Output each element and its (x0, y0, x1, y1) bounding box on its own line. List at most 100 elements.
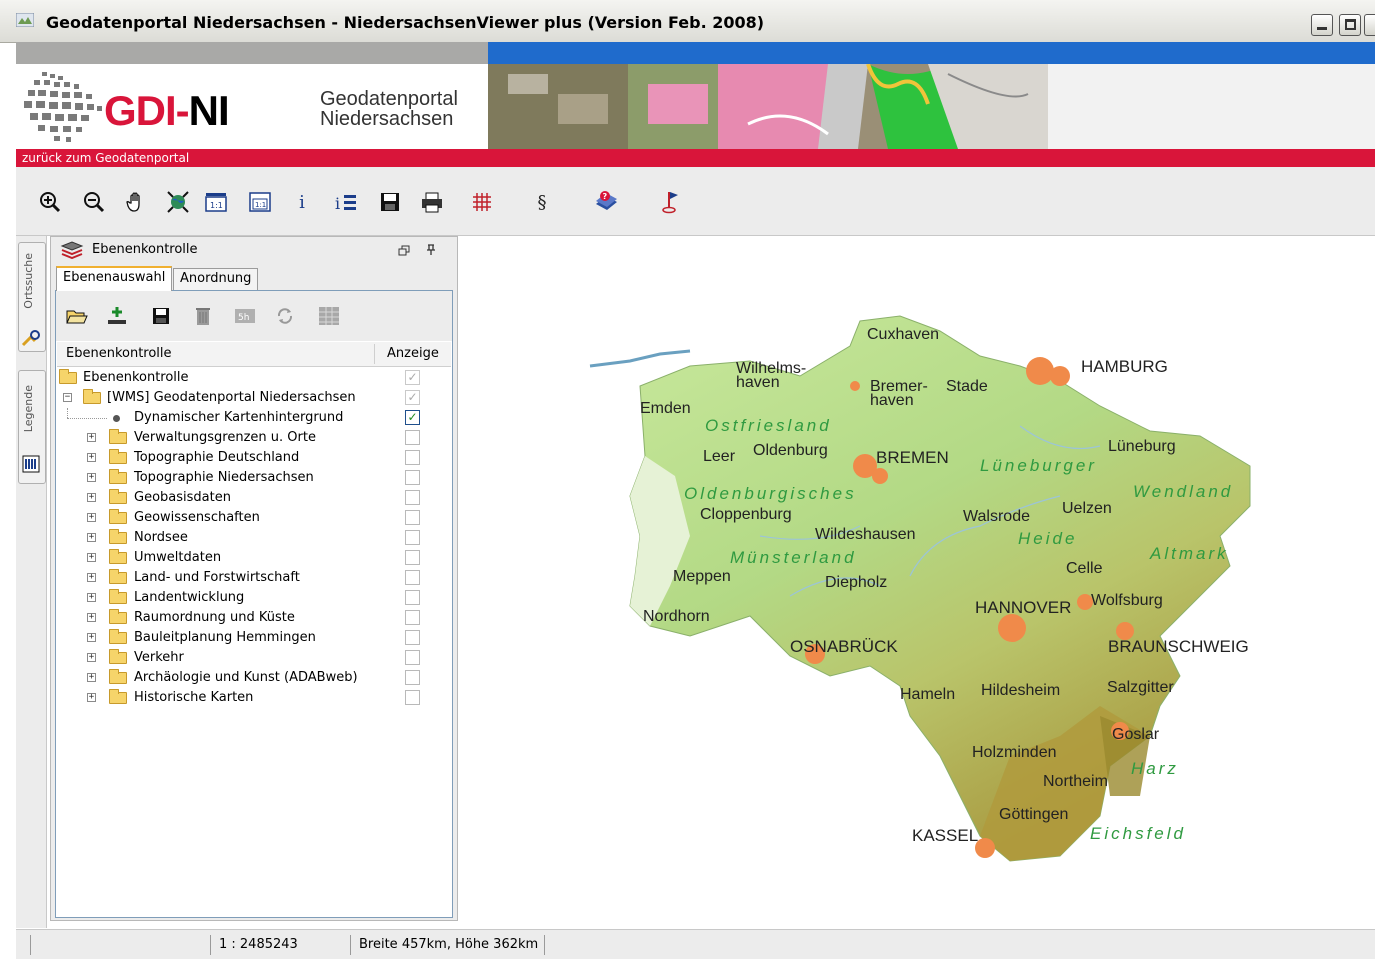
map-city-label: Oldenburg (753, 442, 828, 459)
layer-row[interactable]: + Historische Karten (57, 688, 451, 708)
minimize-button[interactable] (1311, 14, 1333, 36)
collapse-toggle[interactable]: − (63, 393, 72, 402)
maximize-button[interactable] (1339, 14, 1361, 36)
display-checkbox[interactable] (405, 650, 420, 665)
display-checkbox[interactable] (405, 550, 420, 565)
layer-row[interactable]: + Geowissenschaften (57, 508, 451, 528)
scale-1-button[interactable]: 1:1 (202, 188, 230, 216)
layer-row[interactable]: − [WMS] Geodatenportal Niedersachsen ✓ (57, 388, 451, 408)
display-checkbox[interactable] (405, 590, 420, 605)
folder-icon (109, 569, 127, 584)
pan-button[interactable] (122, 188, 150, 216)
expand-toggle[interactable]: + (87, 433, 96, 442)
layer-row[interactable]: + Bauleitplanung Hemmingen (57, 628, 451, 648)
display-checkbox[interactable]: ✓ (405, 410, 420, 425)
map-city-label: Nordhorn (643, 608, 710, 625)
expand-toggle[interactable]: + (87, 533, 96, 542)
print-button[interactable] (418, 188, 446, 216)
display-checkbox[interactable]: ✓ (405, 370, 420, 385)
expand-toggle[interactable]: + (87, 673, 96, 682)
open-layer-button[interactable] (64, 303, 90, 329)
map-city-label: Hameln (900, 686, 956, 703)
display-checkbox[interactable] (405, 490, 420, 505)
map-city-label: Meppen (673, 568, 731, 585)
map-view[interactable]: Cuxhaven Wilhelms-haven Bremer-haven Stade H… (460, 236, 1375, 928)
layer-label: Landentwicklung (134, 590, 245, 605)
display-checkbox[interactable]: ✓ (405, 390, 420, 405)
info-button[interactable]: i (288, 188, 316, 216)
undock-icon[interactable] (398, 245, 410, 256)
tab-ortssuche[interactable]: Ortssuche (18, 242, 46, 352)
full-extent-icon (167, 191, 189, 213)
display-checkbox[interactable] (405, 630, 420, 645)
expand-toggle[interactable]: + (87, 633, 96, 642)
display-checkbox[interactable] (405, 610, 420, 625)
layer-row[interactable]: + Landentwicklung (57, 588, 451, 608)
legal-button[interactable]: § (528, 188, 556, 216)
display-checkbox[interactable] (405, 570, 420, 585)
expand-toggle[interactable]: + (87, 493, 96, 502)
expand-toggle[interactable]: + (87, 613, 96, 622)
display-checkbox[interactable] (405, 690, 420, 705)
add-layer-button[interactable] (104, 303, 130, 329)
layer-label: Umweltdaten (134, 550, 222, 565)
map-city-label: Cloppenburg (700, 506, 792, 523)
expand-toggle[interactable]: + (87, 693, 96, 702)
pin-icon[interactable] (426, 244, 436, 256)
close-button[interactable] (1364, 14, 1375, 36)
layer-row[interactable]: + Umweltdaten (57, 548, 451, 568)
display-checkbox[interactable] (405, 530, 420, 545)
layer-properties-button[interactable]: 5h (232, 303, 258, 329)
layer-label: [WMS] Geodatenportal Niedersachsen (107, 390, 356, 405)
banner-aerial-photo (488, 64, 1048, 149)
tab-legende[interactable]: Legende (18, 370, 46, 484)
display-checkbox[interactable] (405, 510, 420, 525)
save-layers-button[interactable] (148, 303, 174, 329)
map-city-label: BREMEN (876, 448, 949, 467)
help-button[interactable]: ? (592, 188, 620, 216)
column-display-header[interactable]: Anzeige (387, 346, 439, 361)
display-checkbox[interactable] (405, 470, 420, 485)
layer-row[interactable]: + Verwaltungsgrenzen u. Orte (57, 428, 451, 448)
delete-layer-button[interactable] (190, 303, 216, 329)
expand-toggle[interactable]: + (87, 653, 96, 662)
column-name-header[interactable]: Ebenenkontrolle (66, 346, 172, 361)
scale-2-button[interactable]: 1:1 (246, 188, 274, 216)
tab-ebenenauswahl[interactable]: Ebenenauswahl (56, 266, 173, 291)
layer-row[interactable]: + Verkehr (57, 648, 451, 668)
zoom-in-button[interactable] (36, 188, 64, 216)
add-layer-icon (108, 307, 126, 324)
folder-icon (109, 669, 127, 684)
layer-info-button[interactable] (316, 303, 342, 329)
layer-row[interactable]: + Land- und Forstwirtschaft (57, 568, 451, 588)
layer-row[interactable]: + Archäologie und Kunst (ADABweb) (57, 668, 451, 688)
back-to-portal-link[interactable]: zurück zum Geodatenportal (22, 151, 189, 165)
expand-toggle[interactable]: + (87, 473, 96, 482)
layer-label: Verkehr (134, 650, 184, 665)
map-city-label: Holzminden (972, 744, 1057, 761)
expand-toggle[interactable]: + (87, 513, 96, 522)
grid-button[interactable] (468, 188, 496, 216)
tab-anordnung[interactable]: Anordnung (173, 268, 259, 290)
save-map-button[interactable] (376, 188, 404, 216)
layer-row[interactable]: Ebenenkontrolle ✓ (57, 368, 451, 388)
layer-row[interactable]: + Topographie Niedersachsen (57, 468, 451, 488)
display-checkbox[interactable] (405, 430, 420, 445)
layer-row[interactable]: + Raumordnung und Küste (57, 608, 451, 628)
layer-row[interactable]: + Geobasisdaten (57, 488, 451, 508)
display-checkbox[interactable] (405, 670, 420, 685)
expand-toggle[interactable]: + (87, 573, 96, 582)
display-checkbox[interactable] (405, 450, 420, 465)
full-extent-button[interactable] (164, 188, 192, 216)
folder-icon (109, 449, 127, 464)
expand-toggle[interactable]: + (87, 453, 96, 462)
multi-info-button[interactable]: i (332, 188, 360, 216)
marker-button[interactable] (658, 188, 686, 216)
expand-toggle[interactable]: + (87, 553, 96, 562)
refresh-button[interactable] (272, 303, 298, 329)
layer-row[interactable]: + Nordsee (57, 528, 451, 548)
expand-toggle[interactable]: + (87, 593, 96, 602)
zoom-out-button[interactable] (80, 188, 108, 216)
layer-row[interactable]: Dynamischer Kartenhintergrund ✓ (57, 408, 451, 428)
layer-row[interactable]: + Topographie Deutschland (57, 448, 451, 468)
